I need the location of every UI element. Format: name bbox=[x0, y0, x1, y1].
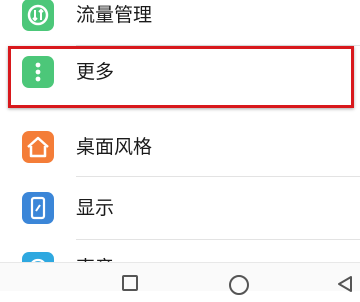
back-triangle-icon[interactable] bbox=[336, 275, 354, 293]
home-style-icon bbox=[22, 131, 54, 163]
settings-item-label: 显示 bbox=[76, 197, 115, 219]
data-usage-icon bbox=[22, 0, 54, 31]
settings-list: 流量管理 更多 桌面风格 显示 bbox=[0, 0, 360, 290]
settings-item-data-usage[interactable]: 流量管理 bbox=[0, 0, 360, 46]
settings-item-label: 流量管理 bbox=[76, 4, 153, 26]
home-circle-icon[interactable] bbox=[229, 275, 249, 295]
settings-item-home-style[interactable]: 桌面风格 bbox=[0, 115, 360, 177]
recent-apps-icon[interactable] bbox=[122, 275, 138, 291]
settings-item-label: 桌面风格 bbox=[76, 136, 153, 158]
display-icon bbox=[22, 192, 54, 224]
settings-item-display[interactable]: 显示 bbox=[0, 178, 360, 240]
navigation-bar bbox=[0, 262, 360, 295]
divider bbox=[76, 176, 360, 177]
highlight-box bbox=[8, 46, 354, 108]
